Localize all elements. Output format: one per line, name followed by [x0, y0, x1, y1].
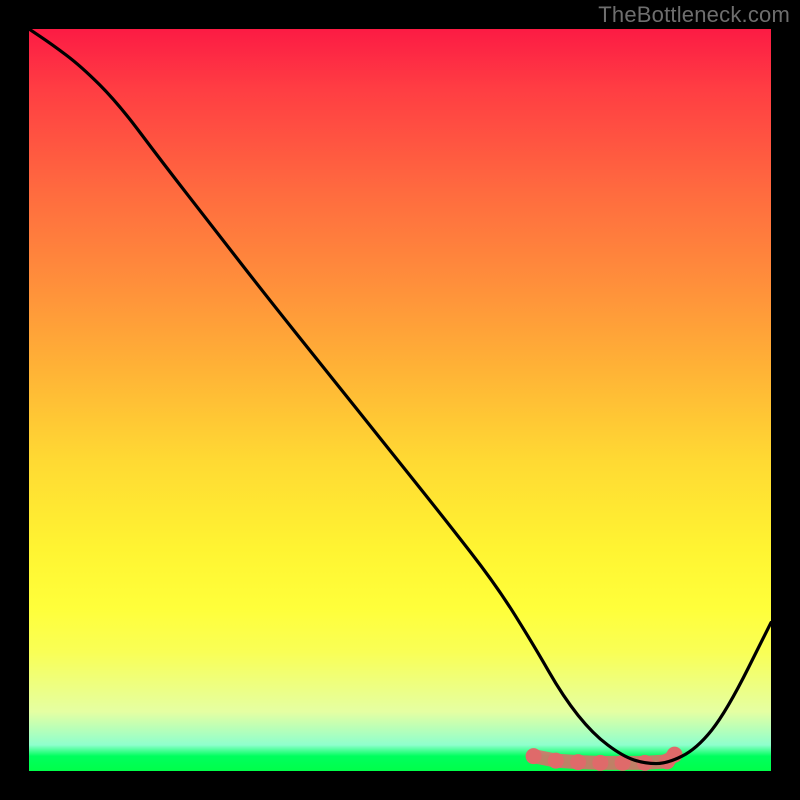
attribution-text: TheBottleneck.com [598, 2, 790, 28]
chart-frame: TheBottleneck.com [0, 0, 800, 800]
marker-dot [526, 748, 542, 764]
chart-svg [29, 29, 771, 771]
curve-line [29, 29, 771, 764]
marker-dot [570, 754, 586, 770]
marker-dot [548, 753, 564, 769]
marker-dot [592, 755, 608, 771]
plot-area [29, 29, 771, 771]
marker-group [526, 747, 683, 771]
